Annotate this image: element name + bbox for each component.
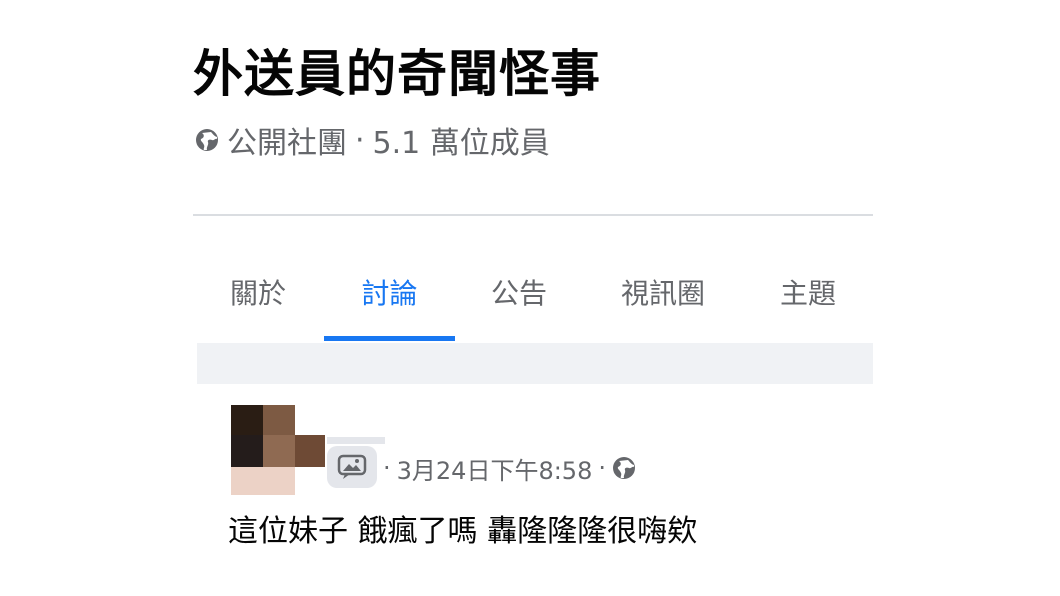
header-divider — [193, 214, 873, 216]
avatar-pixel — [231, 467, 295, 495]
avatar-pixel — [295, 435, 325, 467]
group-tabs: 關於 討論 公告 視訊圈 主題 — [193, 240, 873, 344]
avatar-pixel — [231, 405, 263, 435]
meta-separator: · — [355, 122, 365, 158]
group-title: 外送員的奇聞怪事 — [193, 45, 601, 103]
avatar-pixel — [231, 435, 263, 467]
avatar[interactable] — [231, 405, 325, 495]
meta-separator: · — [598, 454, 606, 482]
globe-icon — [196, 129, 218, 151]
member-count: 5.1 萬位成員 — [372, 126, 550, 161]
post-card: · 3月24日下午8:58 · 這位妹子 餓瘋了嗎 轟隆隆隆很嗨欸 — [197, 384, 873, 596]
tab-discussion[interactable]: 討論 — [324, 240, 455, 344]
tab-about[interactable]: 關於 — [193, 240, 323, 344]
meta-separator: · — [383, 454, 391, 482]
group-meta: 公開社團 · 5.1 萬位成員 — [195, 120, 550, 161]
privacy-label: 公開社團 — [227, 126, 347, 161]
tab-video-circle[interactable]: 視訊圈 — [583, 240, 743, 344]
photo-comment-icon — [327, 446, 377, 488]
tab-announcements[interactable]: 公告 — [455, 240, 583, 344]
globe-icon — [612, 457, 635, 479]
post-timestamp[interactable]: 3月24日下午8:58 — [397, 451, 593, 486]
post-text: 這位妹子 餓瘋了嗎 轟隆隆隆很嗨欸 — [228, 514, 698, 549]
avatar-pixel — [263, 435, 295, 467]
avatar-pixel — [263, 405, 295, 435]
post-meta: · 3月24日下午8:58 · — [383, 451, 636, 486]
feed-separator — [197, 343, 873, 384]
active-tab-indicator — [324, 336, 455, 341]
tab-topics[interactable]: 主題 — [743, 240, 873, 344]
author-name-placeholder[interactable] — [327, 437, 385, 444]
